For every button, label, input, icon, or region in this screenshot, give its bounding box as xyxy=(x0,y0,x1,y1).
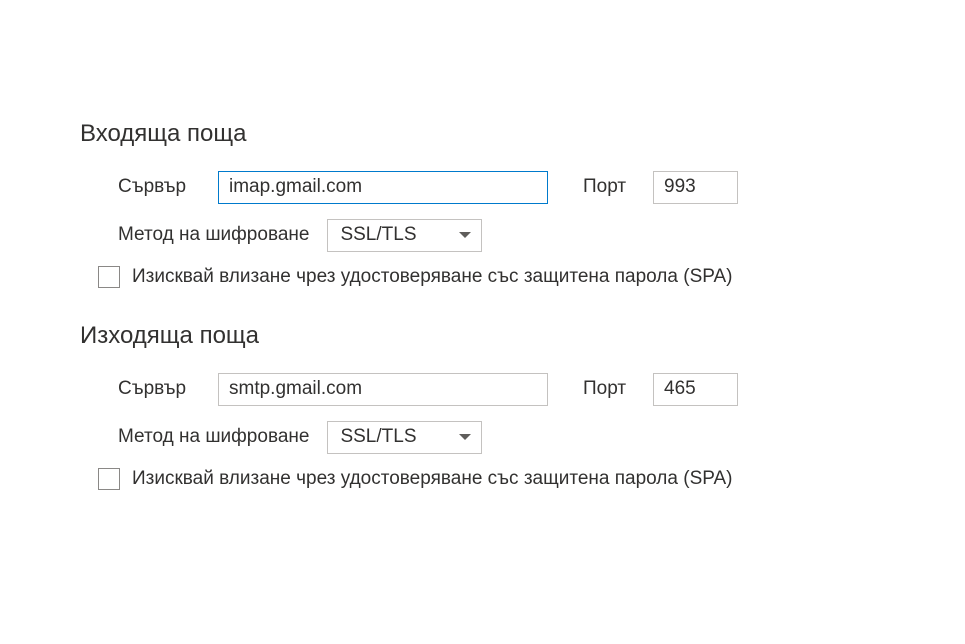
incoming-port-input[interactable] xyxy=(653,171,738,204)
incoming-port-label: Порт xyxy=(583,176,643,198)
incoming-server-label: Сървър xyxy=(118,176,218,198)
incoming-mail-section: Входяща поща Сървър Порт Метод на шифров… xyxy=(80,120,885,288)
incoming-encryption-label: Метод на шифроване xyxy=(118,224,309,246)
outgoing-server-label: Сървър xyxy=(118,378,218,400)
incoming-server-input[interactable] xyxy=(218,171,548,204)
outgoing-encryption-select[interactable]: SSL/TLS xyxy=(327,421,482,454)
incoming-server-row: Сървър Порт xyxy=(118,170,885,204)
outgoing-server-input[interactable] xyxy=(218,373,548,406)
outgoing-mail-section: Изходяща поща Сървър Порт Метод на шифро… xyxy=(80,322,885,490)
incoming-encryption-row: Метод на шифроване SSL/TLS xyxy=(118,218,885,252)
incoming-encryption-value: SSL/TLS xyxy=(340,224,416,246)
chevron-down-icon xyxy=(459,232,471,238)
incoming-title: Входяща поща xyxy=(80,120,885,148)
outgoing-encryption-row: Метод на шифроване SSL/TLS xyxy=(118,420,885,454)
incoming-spa-row: Изисквай влизане чрез удостоверяване със… xyxy=(98,266,885,288)
outgoing-spa-checkbox[interactable] xyxy=(98,468,120,490)
outgoing-spa-label: Изисквай влизане чрез удостоверяване със… xyxy=(132,468,733,490)
outgoing-encryption-value: SSL/TLS xyxy=(340,426,416,448)
outgoing-title: Изходяща поща xyxy=(80,322,885,350)
outgoing-port-label: Порт xyxy=(583,378,643,400)
chevron-down-icon xyxy=(459,434,471,440)
incoming-spa-checkbox[interactable] xyxy=(98,266,120,288)
incoming-spa-label: Изисквай влизане чрез удостоверяване със… xyxy=(132,266,733,288)
outgoing-port-input[interactable] xyxy=(653,373,738,406)
outgoing-server-row: Сървър Порт xyxy=(118,372,885,406)
outgoing-spa-row: Изисквай влизане чрез удостоверяване със… xyxy=(98,468,885,490)
incoming-encryption-select[interactable]: SSL/TLS xyxy=(327,219,482,252)
outgoing-encryption-label: Метод на шифроване xyxy=(118,426,309,448)
